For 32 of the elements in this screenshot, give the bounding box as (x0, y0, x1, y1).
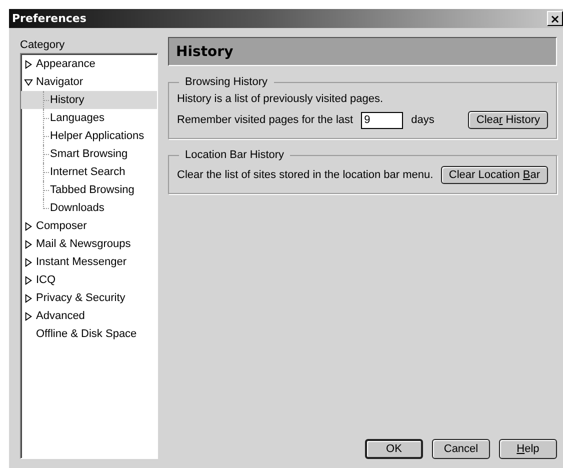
tree-item[interactable]: Privacy & Security (21, 289, 157, 307)
tree-item[interactable]: Instant Messenger (21, 253, 157, 271)
days-field[interactable]: 9 (361, 112, 404, 128)
category-label: Category (20, 39, 66, 51)
remember-label: Remember visited pages for the last (177, 114, 354, 126)
description-text: Clear the list of sites stored in the location bar menu. (177, 169, 434, 181)
tree-item[interactable]: Downloads (21, 199, 157, 217)
tree-item[interactable]: History (21, 91, 157, 109)
description-text: History is a list of previously visited pages. (177, 92, 384, 107)
tree-item[interactable]: Navigator (21, 73, 157, 91)
group-legend: Browsing History (179, 76, 274, 88)
close-button[interactable]: × (547, 11, 563, 26)
tree-item[interactable]: Mail & Newsgroups (21, 235, 157, 253)
tree-item[interactable]: Advanced (21, 307, 157, 325)
tree-item[interactable]: Languages (21, 109, 157, 127)
dialog-button[interactable]: OK (365, 439, 423, 459)
tree-item[interactable]: Helper Applications (21, 127, 157, 145)
tree-item[interactable]: Offline & Disk Space (21, 325, 157, 343)
clear-location-bar-button[interactable]: Clear Location Bar (440, 166, 548, 184)
window-title: Preferences (12, 12, 86, 25)
tree-item[interactable]: ICQ (21, 271, 157, 289)
dialog-button[interactable]: Help (499, 439, 557, 459)
tree-item[interactable]: Smart Browsing (21, 145, 157, 163)
dialog-button[interactable]: Cancel (432, 439, 490, 459)
group-legend: Location Bar History (179, 149, 290, 161)
tree-item[interactable]: Tabbed Browsing (21, 181, 157, 199)
days-label: days (411, 114, 434, 126)
tree-item[interactable]: Internet Search (21, 163, 157, 181)
clear-history-button[interactable]: Clear History (468, 111, 548, 129)
tree-item[interactable]: Composer (21, 217, 157, 235)
tree-item[interactable]: Appearance (21, 55, 157, 73)
panel-header: History (168, 37, 557, 66)
